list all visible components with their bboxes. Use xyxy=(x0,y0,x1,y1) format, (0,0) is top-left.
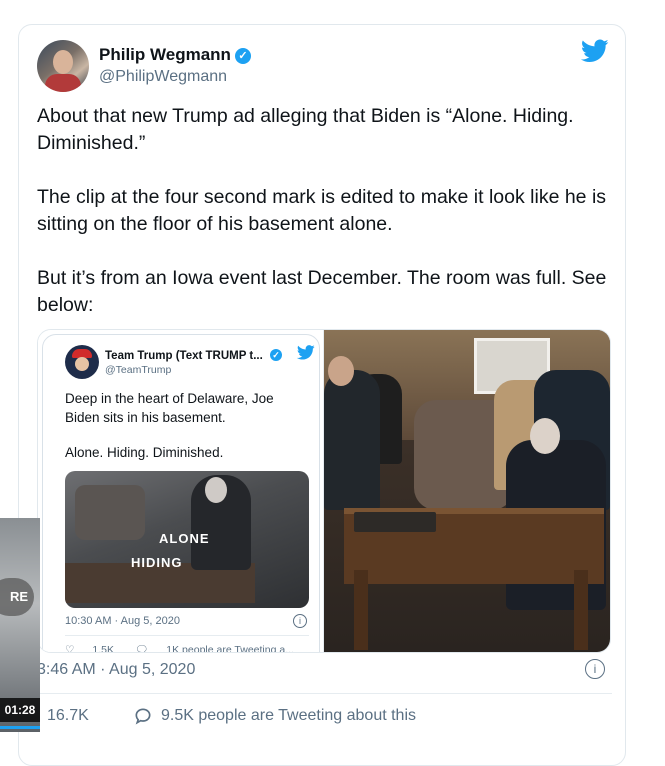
floating-video-player[interactable]: RE 01:28 xyxy=(0,518,40,732)
tweet-media[interactable]: Team Trump (Text TRUMP t... ✓ @TeamTrump… xyxy=(37,329,611,653)
author-handle[interactable]: @PhilipWegmann xyxy=(99,68,227,86)
embedded-tweet-text: Deep in the heart of Delaware, Joe Biden… xyxy=(65,389,310,478)
embedded-tweet-card: Team Trump (Text TRUMP t... ✓ @TeamTrump… xyxy=(42,334,320,653)
embedded-author-name: Team Trump (Text TRUMP t... ✓ xyxy=(105,349,283,362)
info-icon[interactable]: i xyxy=(585,659,605,679)
info-icon: i xyxy=(293,614,307,628)
twitter-bird-icon[interactable] xyxy=(580,39,609,68)
embedded-timestamp: 10:30 AM · Aug 5, 2020 xyxy=(65,615,180,627)
video-progress-bar[interactable] xyxy=(0,726,40,729)
caption-alone: ALONE xyxy=(159,531,210,546)
video-duration: 01:28 xyxy=(0,698,40,722)
author-name-text[interactable]: Philip Wegmann xyxy=(99,45,231,64)
embedded-paragraph: Alone. Hiding. Diminished. xyxy=(65,445,224,460)
tweet-paragraph: About that new Trump ad alleging that Bi… xyxy=(37,105,574,154)
divider xyxy=(37,693,612,694)
tweet-card: Philip Wegmann ✓ @PhilipWegmann About tha… xyxy=(18,24,626,766)
tweet-paragraph: But it’s from an Iowa event last Decembe… xyxy=(37,267,607,316)
tweet-timestamp[interactable]: 3:46 AM · Aug 5, 2020 xyxy=(37,661,195,679)
embedded-video-thumbnail: ALONE HIDING xyxy=(65,471,309,608)
comment-icon: 🗨 xyxy=(134,644,149,653)
embedded-actions: ♡ 1.5K 🗨 1K people are Tweeting a... xyxy=(65,643,312,653)
author-avatar[interactable] xyxy=(37,40,89,92)
embedded-tweeting: 1K people are Tweeting a... xyxy=(166,644,294,653)
like-count[interactable]: 16.7K xyxy=(47,707,89,725)
embedded-avatar xyxy=(65,345,99,379)
verified-badge-icon: ✓ xyxy=(270,349,283,361)
event-photo[interactable] xyxy=(324,330,610,652)
heart-icon: ♡ xyxy=(65,644,75,653)
author-name[interactable]: Philip Wegmann ✓ xyxy=(99,45,251,65)
embedded-tweet-image[interactable]: Team Trump (Text TRUMP t... ✓ @TeamTrump… xyxy=(38,330,324,652)
video-label: RE xyxy=(0,578,34,616)
embedded-paragraph: Deep in the heart of Delaware, Joe Biden… xyxy=(65,391,274,425)
tweet-text: About that new Trump ad alleging that Bi… xyxy=(37,103,612,346)
embedded-likes: 1.5K xyxy=(92,644,115,653)
verified-badge-icon: ✓ xyxy=(234,48,251,64)
tweet-paragraph: The clip at the four second mark is edit… xyxy=(37,186,607,235)
tweeting-count[interactable]: 9.5K people are Tweeting about this xyxy=(161,707,416,725)
embedded-author-handle: @TeamTrump xyxy=(105,364,172,376)
comment-icon[interactable] xyxy=(133,706,153,731)
twitter-bird-icon xyxy=(296,345,315,365)
divider xyxy=(65,635,309,636)
caption-hiding: HIDING xyxy=(131,555,183,570)
